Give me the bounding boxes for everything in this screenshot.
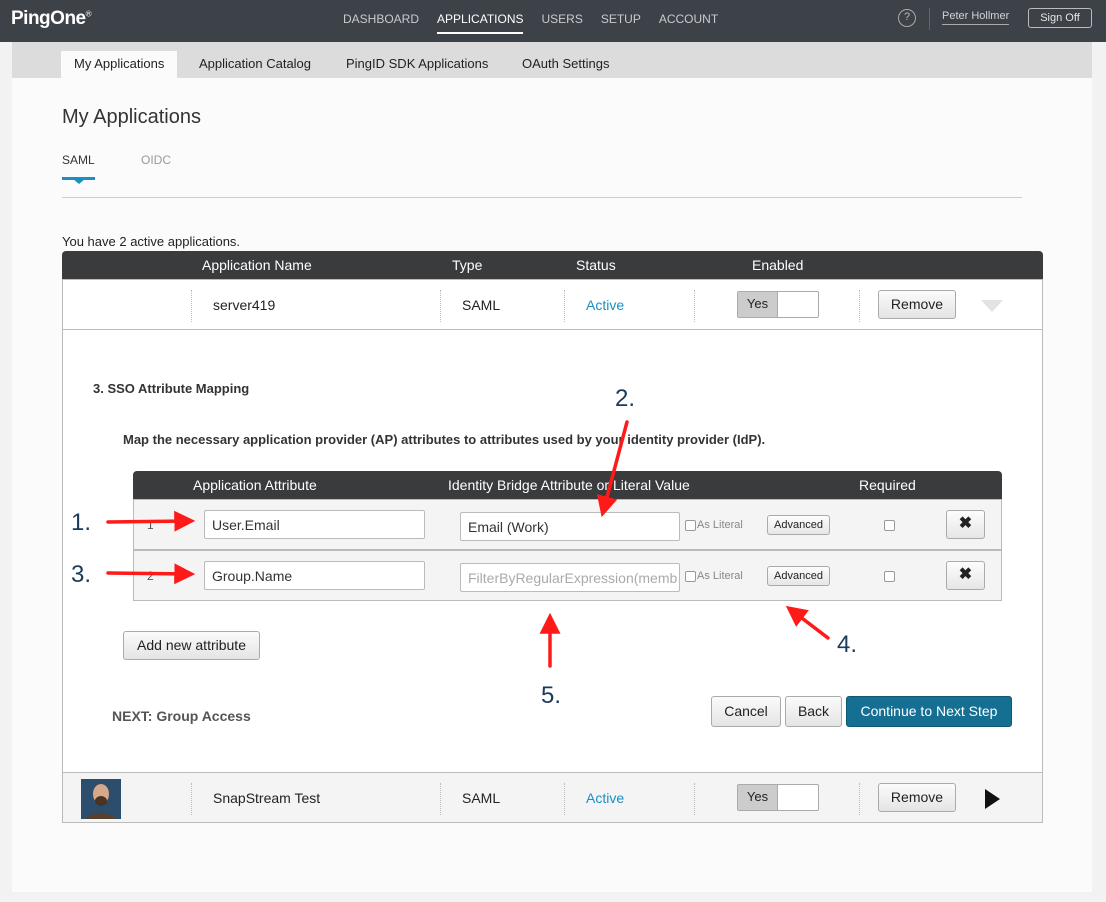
attribute-row: 2 Group.Name FilterByRegularExpression(m… bbox=[133, 550, 1002, 601]
nav-applications[interactable]: APPLICATIONS bbox=[437, 12, 524, 34]
cell-divider bbox=[440, 783, 441, 815]
add-new-attribute-button[interactable]: Add new attribute bbox=[123, 631, 260, 660]
attribute-table-header: Application Attribute Identity Bridge At… bbox=[133, 471, 1002, 499]
avatar bbox=[81, 779, 121, 819]
app-row-snapstream-test[interactable]: SnapStream Test SAML Active Yes Remove bbox=[62, 772, 1043, 823]
required-checkbox[interactable] bbox=[884, 520, 895, 531]
enabled-toggle[interactable]: Yes bbox=[737, 784, 819, 811]
tab-saml[interactable]: SAML bbox=[62, 153, 95, 167]
user-name-link[interactable]: Peter Hollmer bbox=[942, 10, 1010, 25]
required-checkbox[interactable] bbox=[884, 571, 895, 582]
row-number: 2 bbox=[147, 569, 154, 583]
app-row-server419[interactable]: server419 SAML Active Yes Remove bbox=[62, 279, 1043, 330]
app-status: Active bbox=[586, 790, 625, 806]
cell-divider bbox=[694, 290, 695, 322]
app-type: SAML bbox=[462, 790, 501, 806]
sub-tab-bar: My Applications Application Catalog Ping… bbox=[12, 42, 1092, 78]
page-title: My Applications bbox=[62, 106, 201, 128]
col-application-attribute: Application Attribute bbox=[193, 477, 317, 493]
cell-divider bbox=[564, 783, 565, 815]
toggle-yes-label: Yes bbox=[738, 292, 778, 317]
cell-divider bbox=[859, 783, 860, 815]
nav-users[interactable]: USERS bbox=[541, 12, 582, 34]
delete-attribute-icon[interactable]: ✖ bbox=[946, 561, 985, 590]
app-name: SnapStream Test bbox=[213, 790, 321, 806]
tab-application-catalog[interactable]: Application Catalog bbox=[186, 51, 324, 78]
identity-bridge-input[interactable]: FilterByRegularExpression(memb bbox=[460, 563, 680, 592]
col-required: Required bbox=[859, 477, 916, 493]
tab-my-applications[interactable]: My Applications bbox=[61, 51, 178, 78]
pingone-logo[interactable]: PingOne® bbox=[11, 8, 92, 30]
remove-button[interactable]: Remove bbox=[878, 783, 956, 812]
tab-oidc[interactable]: OIDC bbox=[141, 153, 171, 167]
continue-to-next-step-button[interactable]: Continue to Next Step bbox=[846, 696, 1012, 727]
application-attribute-input[interactable]: User.Email bbox=[204, 510, 425, 539]
col-identity-bridge-attribute: Identity Bridge Attribute or Literal Val… bbox=[448, 477, 690, 493]
delete-attribute-icon[interactable]: ✖ bbox=[946, 510, 985, 539]
next-step-label: NEXT: Group Access bbox=[112, 708, 251, 724]
mapping-description: Map the necessary application provider (… bbox=[123, 432, 766, 447]
divider bbox=[62, 197, 1022, 198]
help-icon[interactable]: ? bbox=[898, 9, 916, 27]
as-literal-checkbox[interactable] bbox=[685, 520, 696, 531]
cell-divider bbox=[191, 290, 192, 322]
expand-arrow-icon[interactable] bbox=[985, 789, 1000, 809]
nav-divider bbox=[929, 8, 930, 30]
annotation-2: 2. bbox=[615, 385, 636, 412]
as-literal-checkbox[interactable] bbox=[685, 571, 696, 582]
advanced-button[interactable]: Advanced bbox=[767, 566, 830, 586]
as-literal-label: As Literal bbox=[697, 519, 743, 531]
identity-bridge-input[interactable]: Email (Work) bbox=[460, 512, 680, 541]
annotation-1: 1. bbox=[71, 509, 92, 536]
annotation-5: 5. bbox=[541, 682, 562, 709]
attribute-row: 1 User.Email Email (Work) As Literal Adv… bbox=[133, 499, 1002, 550]
top-navigation-bar: PingOne® DASHBOARD APPLICATIONS USERS SE… bbox=[0, 0, 1106, 42]
cancel-button[interactable]: Cancel bbox=[711, 696, 781, 727]
app-name: server419 bbox=[213, 297, 276, 313]
cell-divider bbox=[440, 290, 441, 322]
annotation-4: 4. bbox=[837, 631, 858, 658]
nav-account[interactable]: ACCOUNT bbox=[659, 12, 718, 34]
avatar-image bbox=[81, 779, 121, 819]
enabled-toggle[interactable]: Yes bbox=[737, 291, 819, 318]
toggle-yes-label: Yes bbox=[738, 785, 778, 810]
cell-divider bbox=[694, 783, 695, 815]
app-table-header: Application Name Type Status Enabled bbox=[62, 251, 1043, 279]
application-attribute-input[interactable]: Group.Name bbox=[204, 561, 425, 590]
tab-oauth-settings[interactable]: OAuth Settings bbox=[509, 51, 622, 78]
as-literal-label: As Literal bbox=[697, 570, 743, 582]
app-status: Active bbox=[586, 297, 625, 313]
col-application-name: Application Name bbox=[202, 257, 312, 273]
back-button[interactable]: Back bbox=[785, 696, 842, 727]
nav-dashboard[interactable]: DASHBOARD bbox=[343, 12, 419, 34]
cell-divider bbox=[859, 290, 860, 322]
advanced-button[interactable]: Advanced bbox=[767, 515, 830, 535]
col-type: Type bbox=[452, 257, 483, 273]
cell-divider bbox=[191, 783, 192, 815]
active-tab-caret-icon bbox=[73, 179, 85, 184]
collapse-arrow-icon[interactable] bbox=[981, 300, 1003, 312]
step-title: 3. SSO Attribute Mapping bbox=[93, 381, 250, 396]
main-nav: DASHBOARD APPLICATIONS USERS SETUP ACCOU… bbox=[343, 12, 736, 34]
col-enabled: Enabled bbox=[752, 257, 804, 273]
row-number: 1 bbox=[147, 518, 154, 532]
sign-off-button[interactable]: Sign Off bbox=[1028, 8, 1092, 28]
app-type: SAML bbox=[462, 297, 501, 313]
nav-setup[interactable]: SETUP bbox=[601, 12, 641, 34]
remove-button[interactable]: Remove bbox=[878, 290, 956, 319]
cell-divider bbox=[564, 290, 565, 322]
annotation-3: 3. bbox=[71, 561, 92, 588]
active-app-count: You have 2 active applications. bbox=[62, 234, 241, 249]
col-status: Status bbox=[576, 257, 616, 273]
tab-pingid-sdk-applications[interactable]: PingID SDK Applications bbox=[333, 51, 501, 78]
